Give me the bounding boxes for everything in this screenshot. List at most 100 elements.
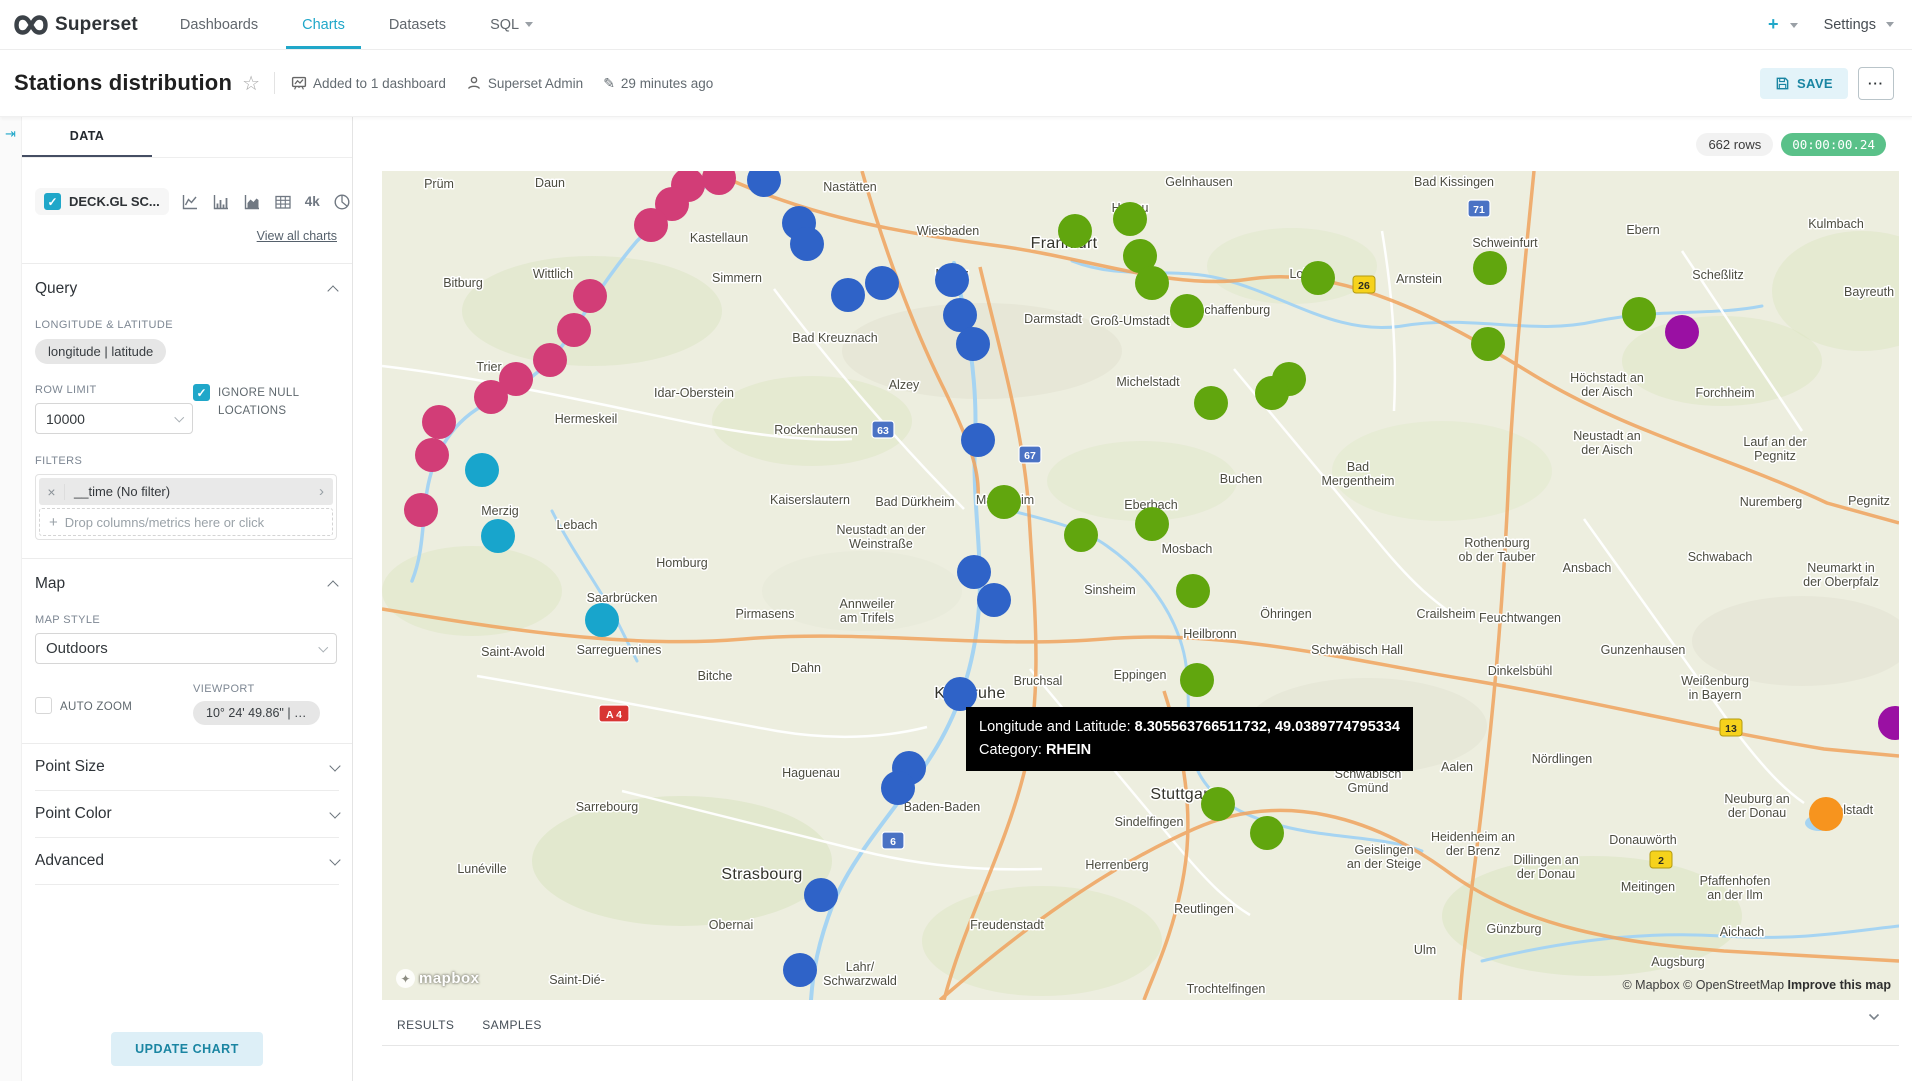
remove-filter-icon[interactable]: ×	[39, 484, 65, 500]
viewport-value-pill[interactable]: 10° 24' 49.86" | …	[193, 701, 320, 725]
map-point[interactable]	[422, 405, 456, 439]
line-chart-icon[interactable]	[181, 193, 199, 211]
map-point[interactable]	[783, 953, 817, 987]
section-point-color[interactable]: Point Color	[35, 791, 339, 838]
map-city-label: Gunzenhausen	[1601, 643, 1686, 657]
map-point[interactable]	[415, 438, 449, 472]
area-chart-icon[interactable]	[243, 193, 261, 211]
map-point[interactable]	[557, 313, 591, 347]
map-point[interactable]	[1255, 376, 1289, 410]
settings-menu[interactable]: Settings	[1824, 17, 1894, 33]
map-point[interactable]	[634, 208, 668, 242]
section-advanced[interactable]: Advanced	[35, 838, 339, 885]
new-item-button[interactable]: +	[1768, 14, 1798, 35]
map-point[interactable]	[956, 327, 990, 361]
ignore-null-checkbox[interactable]: ✓	[193, 384, 210, 401]
map-point[interactable]	[1250, 816, 1284, 850]
collapse-map-icon[interactable]	[327, 580, 338, 591]
tooltip-category-value: RHEIN	[1046, 742, 1091, 758]
collapse-results-icon[interactable]	[1867, 1010, 1881, 1024]
last-modified[interactable]: ✎ 29 minutes ago	[603, 75, 713, 92]
section-point-size[interactable]: Point Size	[35, 744, 339, 791]
map-point[interactable]	[465, 453, 499, 487]
collapse-panel-icon[interactable]: ⇥	[5, 126, 16, 1081]
map-canvas[interactable]: PrümDaunNastättenGelnhausenBad Kissingen…	[382, 171, 1899, 1000]
map-point[interactable]	[474, 380, 508, 414]
big-number-icon[interactable]: 4k	[305, 194, 320, 209]
map-point[interactable]	[1064, 518, 1098, 552]
map-point[interactable]	[1201, 787, 1235, 821]
bar-chart-icon[interactable]	[212, 193, 230, 211]
auto-zoom-checkbox[interactable]	[35, 697, 52, 714]
dashboards-count[interactable]: Added to 1 dashboard	[291, 75, 446, 91]
superset-logo[interactable]: Superset	[14, 14, 138, 36]
map-point[interactable]	[1113, 202, 1147, 236]
tab-data[interactable]: DATA	[22, 117, 152, 157]
viz-type-selector[interactable]: ✓ DECK.GL SC...	[35, 188, 169, 215]
map-point[interactable]	[790, 227, 824, 261]
table-icon[interactable]	[274, 193, 292, 211]
map-point[interactable]	[1473, 251, 1507, 285]
chevron-down-icon	[318, 642, 327, 651]
map-point[interactable]	[481, 519, 515, 553]
map-point[interactable]	[747, 171, 781, 197]
tooltip-coordinates: Longitude and Latitude: 8.30556376651173…	[979, 716, 1400, 739]
map-point[interactable]	[1135, 507, 1169, 541]
filters-label: FILTERS	[35, 455, 337, 467]
map-city-label: Nördlingen	[1532, 752, 1593, 766]
map-point[interactable]	[404, 493, 438, 527]
map-point[interactable]	[804, 878, 838, 912]
nav-item-dashboards[interactable]: Dashboards	[180, 0, 258, 49]
expand-filter-icon[interactable]: ›	[319, 483, 333, 500]
map-point[interactable]	[881, 771, 915, 805]
collapse-query-icon[interactable]	[327, 285, 338, 296]
tab-results[interactable]: RESULTS	[397, 1018, 454, 1032]
map-point[interactable]	[1471, 327, 1505, 361]
map-point[interactable]	[943, 298, 977, 332]
improve-map-link[interactable]: Improve this map	[1788, 978, 1892, 992]
map-point[interactable]	[957, 555, 991, 589]
mapbox-logo[interactable]: ✦ mapbox	[396, 969, 480, 988]
map-point[interactable]	[1878, 706, 1899, 740]
nav-item-sql[interactable]: SQL	[490, 0, 533, 49]
map-style-select[interactable]: Outdoors	[35, 633, 337, 664]
map-point[interactable]	[1135, 266, 1169, 300]
map-point[interactable]	[1194, 386, 1228, 420]
map-point[interactable]	[1058, 214, 1092, 248]
map-city-label: Nuremberg	[1740, 495, 1803, 509]
save-button[interactable]: SAVE	[1760, 68, 1848, 99]
filter-drop-zone[interactable]: + Drop columns/metrics here or click	[39, 508, 333, 536]
map-point[interactable]	[573, 279, 607, 313]
map-point[interactable]	[702, 171, 736, 195]
lonlat-value-pill[interactable]: longitude | latitude	[35, 339, 166, 364]
map-point[interactable]	[1301, 261, 1335, 295]
map-city-label: Dahn	[791, 661, 821, 675]
map-point[interactable]	[977, 583, 1011, 617]
update-chart-button[interactable]: UPDATE CHART	[111, 1032, 263, 1066]
map-point[interactable]	[533, 343, 567, 377]
row-limit-select[interactable]: 10000	[35, 403, 193, 434]
map-point[interactable]	[1622, 297, 1656, 331]
map-point[interactable]	[987, 485, 1021, 519]
nav-item-datasets[interactable]: Datasets	[389, 0, 446, 49]
map-point[interactable]	[585, 603, 619, 637]
map-point[interactable]	[1180, 663, 1214, 697]
favorite-star-icon[interactable]: ☆	[242, 71, 260, 96]
map-point[interactable]	[1176, 574, 1210, 608]
map-point[interactable]	[935, 263, 969, 297]
view-all-charts-link[interactable]: View all charts	[257, 229, 337, 243]
more-options-button[interactable]: ···	[1858, 67, 1894, 100]
nav-item-charts[interactable]: Charts	[302, 0, 345, 49]
map-point[interactable]	[831, 278, 865, 312]
attribution-links[interactable]: © Mapbox © OpenStreetMap	[1622, 978, 1787, 992]
pie-chart-icon[interactable]	[333, 193, 351, 211]
map-point[interactable]	[1665, 315, 1699, 349]
map-point[interactable]	[1809, 797, 1843, 831]
chart-owner[interactable]: Superset Admin	[466, 75, 583, 91]
map-point[interactable]	[1170, 294, 1204, 328]
map-point[interactable]	[865, 266, 899, 300]
filter-pill[interactable]: × __time (No filter) ›	[39, 478, 333, 505]
tab-samples[interactable]: SAMPLES	[482, 1018, 542, 1032]
map-point[interactable]	[961, 423, 995, 457]
map-view[interactable]: PrümDaunNastättenGelnhausenBad Kissingen…	[382, 171, 1899, 1000]
